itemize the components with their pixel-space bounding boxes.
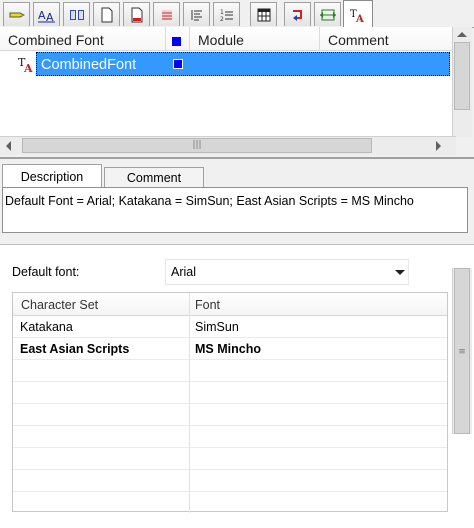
book-icon [69, 9, 84, 20]
table-icon [257, 8, 270, 21]
font-icon-tab[interactable]: AA [33, 2, 60, 26]
row-divider [13, 381, 447, 382]
module-marker-icon [173, 59, 183, 69]
grid-horizontal-scrollbar[interactable]: ||| [0, 136, 456, 155]
numbered-list-icon-tab[interactable]: 12 [213, 2, 240, 26]
column-header-comment[interactable]: Comment [320, 27, 456, 51]
page-red-icon-tab[interactable] [123, 2, 150, 26]
paragraph-icon-tab[interactable] [183, 2, 210, 26]
page-icon [101, 7, 112, 22]
svg-text:A: A [38, 9, 46, 22]
font-cell: MS Mincho [195, 342, 261, 356]
panel-vertical-scrollbar[interactable]: ≡ [452, 268, 472, 434]
svg-text:A: A [355, 14, 364, 23]
combined-font-icon-tab[interactable]: TA [343, 0, 373, 28]
combined-font-row-icon: TA [18, 56, 33, 73]
combined-font-grid: Combined Font Module Comment [0, 27, 456, 137]
column-header-font[interactable]: Font [195, 298, 220, 312]
scroll-thumb[interactable]: ≡ [454, 268, 470, 434]
scroll-thumb[interactable]: ||| [22, 138, 372, 153]
panel-divider [0, 157, 474, 159]
pencil-icon [9, 12, 25, 17]
default-font-value: Arial [171, 265, 197, 279]
description-text: Default Font = Arial; Katakana = SimSun;… [2, 187, 468, 233]
resize-icon [319, 9, 336, 20]
row-divider [13, 359, 447, 360]
resize-icon-tab[interactable] [314, 2, 341, 26]
page-red-icon [131, 7, 142, 22]
svg-text:2: 2 [220, 16, 224, 22]
column-header-module[interactable]: Module [190, 27, 320, 51]
lines-icon-tab[interactable] [153, 2, 180, 26]
module-marker-icon [172, 36, 181, 46]
lines-icon [161, 9, 172, 20]
scroll-up-icon[interactable] [457, 32, 467, 37]
row-divider [13, 491, 447, 492]
page-icon-tab[interactable] [93, 2, 120, 26]
arrow-return-icon [292, 9, 302, 21]
svg-text:A: A [23, 62, 33, 73]
row-divider [13, 425, 447, 426]
arrow-return-icon-tab[interactable] [284, 2, 311, 26]
combined-font-icon: TA [350, 9, 364, 23]
svg-text:A: A [46, 11, 54, 23]
grid-row-name: CombinedFont [41, 57, 137, 73]
table-row[interactable]: Katakana SimSun [13, 316, 447, 337]
paragraph-icon [191, 9, 202, 20]
svg-text:1: 1 [220, 9, 224, 16]
table-icon-tab[interactable] [250, 2, 277, 26]
book-icon-tab[interactable] [63, 2, 90, 26]
charset-cell: Katakana [20, 320, 73, 334]
tab-description[interactable]: Description [2, 164, 102, 188]
pencil-icon-tab[interactable] [3, 2, 30, 26]
grid-row-combinedfont[interactable]: CombinedFont [36, 52, 450, 76]
column-header-combined-font[interactable]: Combined Font [0, 27, 166, 51]
table-row[interactable]: East Asian Scripts MS Mincho [13, 338, 447, 359]
column-header-character-set[interactable]: Character Set [21, 298, 98, 312]
row-divider [13, 447, 447, 448]
font-cell: SimSun [195, 320, 239, 334]
charset-cell: East Asian Scripts [20, 342, 130, 356]
row-divider [13, 469, 447, 470]
font-icon: AA [37, 9, 55, 23]
grid-vertical-scrollbar[interactable] [452, 27, 472, 137]
row-divider [13, 403, 447, 404]
scroll-thumb[interactable] [454, 42, 470, 110]
tab-comment[interactable]: Comment [104, 167, 204, 189]
scroll-right-icon[interactable] [436, 141, 441, 151]
charset-table: Character Set Font Katakana SimSun East … [12, 292, 448, 513]
default-font-label: Default font: [12, 265, 80, 279]
toolbar: AA 12 TA [0, 0, 474, 28]
default-font-select[interactable]: Arial [165, 259, 409, 285]
chevron-down-icon [395, 270, 405, 275]
scroll-left-icon[interactable] [6, 141, 11, 151]
numbered-list-icon: 12 [220, 9, 233, 22]
column-header-marker[interactable] [166, 27, 190, 51]
